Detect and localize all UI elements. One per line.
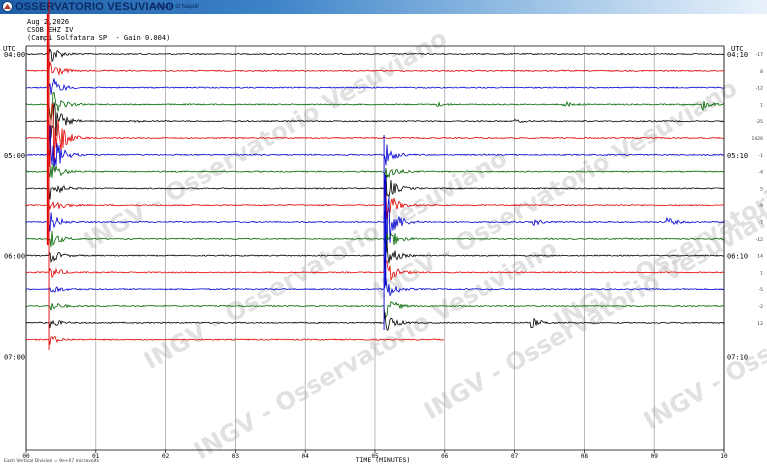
time-label-right: 06:10 [727,253,748,261]
time-label-left: 05:00 [4,152,25,160]
trace-offset-value: 1 [760,270,763,276]
trace-offset-value: -4 [759,170,764,176]
trace-offset-value: 5 [760,186,763,192]
trace-offset-value: -9 [759,203,764,209]
time-label-left: 04:00 [4,51,25,59]
trace-offset-value: -2 [759,304,764,310]
x-tick-label: 07 [511,453,519,460]
vertical-division-note: Each Vertical Division = 9e+07 microvolt… [4,459,100,464]
x-tick-label: 10 [720,453,728,460]
x-tick-label: 03 [232,453,240,460]
trace-offset-value: 12 [757,321,763,327]
trace-offset-value: 1 [760,102,763,108]
trace-offset-value: 14 [757,254,763,260]
trace-offset-value: -25 [756,119,763,125]
trace-offset-value: -17 [756,52,763,58]
trace-offset-value: -1 [759,153,764,159]
x-tick-label: 06 [441,453,449,460]
trace-offset-value: 1426 [752,136,764,142]
trace-offset-value: -7 [759,220,764,226]
x-tick-label: 09 [651,453,659,460]
time-label-left: 06:00 [4,253,25,261]
trace-offset-value: -12 [756,86,763,92]
watermark-text: INGV - Osservatorio Vesuviano [189,234,562,465]
trace-offset-value: -12 [756,237,763,243]
x-axis-label: TIME (MINUTES) [356,456,411,464]
x-tick-label: 04 [302,453,310,460]
time-label-right: 07:10 [727,353,748,361]
time-label-left: 07:00 [4,353,25,361]
seismogram-chart: INGV - Osservatorio VesuvianoINGV - Osse… [3,0,767,465]
trace-offset-value: 8 [760,69,763,75]
trace-offset-value: -5 [759,287,764,293]
time-label-right: 04:10 [727,51,748,59]
x-tick-label: 02 [162,453,170,460]
time-label-right: 05:10 [727,152,748,160]
x-tick-label: 08 [581,453,589,460]
